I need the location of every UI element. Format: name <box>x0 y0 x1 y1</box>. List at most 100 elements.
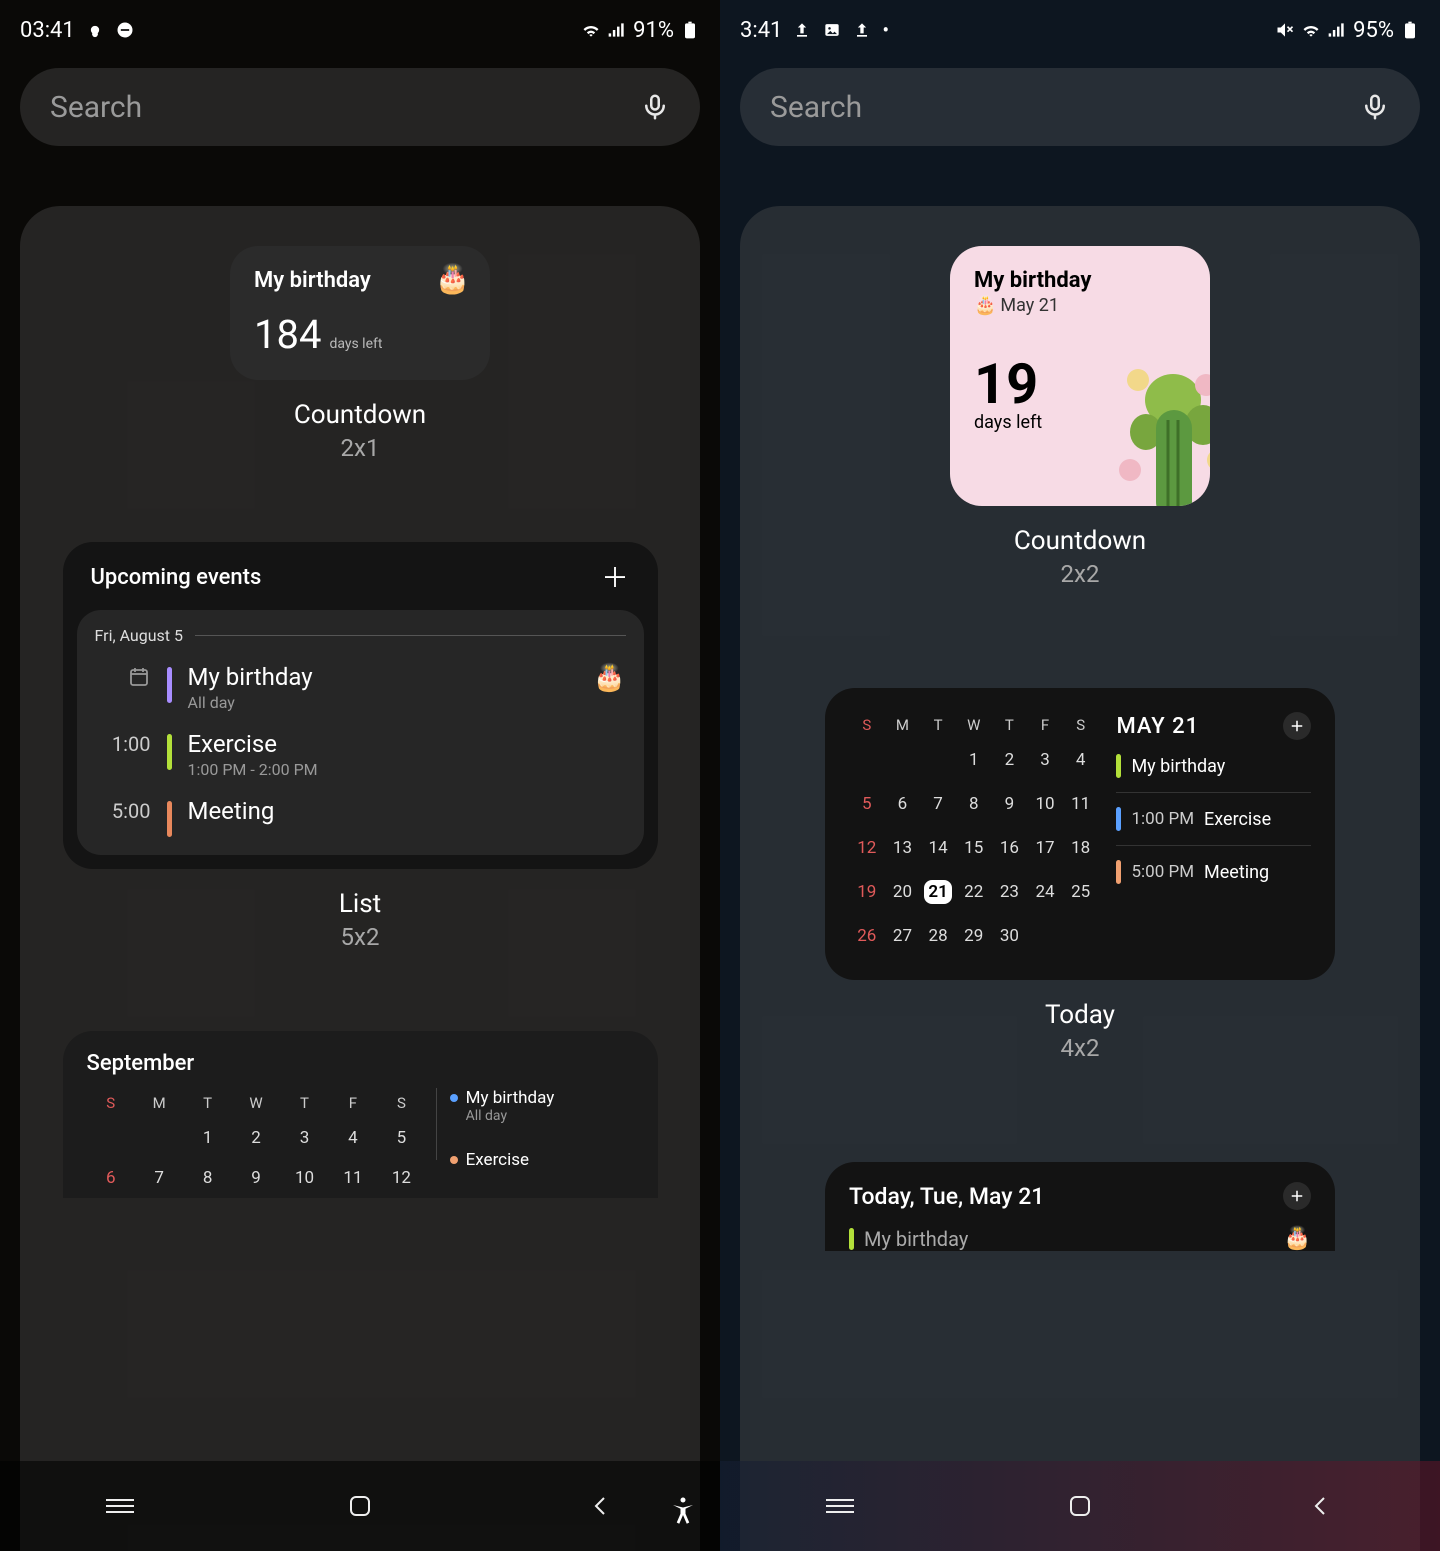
event-sub: All day <box>188 693 578 712</box>
event-label: My birthday <box>864 1227 1274 1251</box>
dow: W <box>232 1088 280 1118</box>
today-event[interactable]: 5:00 PM Meeting <box>1116 846 1311 898</box>
event-dot <box>450 1156 458 1164</box>
search-bar[interactable]: Search <box>20 68 700 146</box>
event-time: 1:00 <box>95 730 151 756</box>
day: 29 <box>956 914 992 958</box>
status-bar: 03:41 91% <box>0 0 720 60</box>
search-placeholder: Search <box>50 90 640 125</box>
signal-icon <box>607 20 627 40</box>
weather-icon <box>85 20 105 40</box>
widget-size: 4x2 <box>1061 1034 1100 1062</box>
todaylist-widget[interactable]: Today, Tue, May 21 My birthday 🎂 <box>825 1162 1335 1251</box>
day: 10 <box>280 1158 328 1198</box>
countdown-title: My birthday <box>974 268 1186 293</box>
day: 10 <box>1027 782 1063 826</box>
day: 23 <box>992 870 1028 914</box>
back-button[interactable] <box>570 1486 630 1526</box>
dow: S <box>1063 712 1099 738</box>
day: 9 <box>232 1158 280 1198</box>
widget-name: Today <box>1045 1000 1115 1030</box>
month-widget[interactable]: September S M T W T F S 1 2 <box>63 1031 658 1198</box>
day: 12 <box>377 1158 425 1198</box>
cake-icon: 🎂 <box>974 295 996 316</box>
day: 3 <box>280 1118 328 1158</box>
battery-text: 91% <box>633 18 674 43</box>
more-icon: • <box>882 18 889 42</box>
battery-icon <box>1400 20 1420 40</box>
back-button[interactable] <box>1290 1486 1350 1526</box>
today-event[interactable]: 1:00 PM Exercise <box>1116 793 1311 846</box>
mic-icon[interactable] <box>640 92 670 122</box>
month-header: September <box>87 1051 634 1076</box>
today-month-label: MAY 21 <box>1116 714 1199 739</box>
list-widget[interactable]: Upcoming events Fri, August 5 <box>63 542 658 869</box>
day: 4 <box>329 1118 377 1158</box>
day: 18 <box>1063 826 1099 870</box>
mute-icon <box>1275 20 1295 40</box>
event-title: Exercise <box>466 1150 529 1170</box>
widget-name: Countdown <box>1014 526 1146 556</box>
widget-panel[interactable]: My birthday 🎂May 21 19 days left Countdo… <box>740 206 1420 1551</box>
calendar-icon <box>127 670 151 694</box>
status-bar: 3:41 • 95% <box>720 0 1440 60</box>
add-event-button[interactable] <box>600 562 630 592</box>
add-event-button[interactable] <box>1283 1182 1311 1210</box>
status-time: 03:41 <box>20 18 75 43</box>
widget-name: Countdown <box>294 400 426 430</box>
today-widget[interactable]: S M T W T F S 1 2 3 4 <box>825 688 1335 980</box>
day: 17 <box>1027 826 1063 870</box>
home-button[interactable] <box>1050 1486 1110 1526</box>
search-placeholder: Search <box>770 90 1360 125</box>
add-event-button[interactable] <box>1283 712 1311 740</box>
day: 16 <box>992 826 1028 870</box>
countdown-widget-2x1[interactable]: My birthday 🎂 184 days left <box>230 246 490 380</box>
day: 26 <box>849 914 885 958</box>
cake-icon: 🎂 <box>435 262 470 295</box>
countdown-widget-2x2[interactable]: My birthday 🎂May 21 19 days left <box>950 246 1210 506</box>
event-time: 5:00 PM <box>1131 862 1194 882</box>
widget-panel[interactable]: My birthday 🎂 184 days left Countdown 2x… <box>20 206 700 1551</box>
day: 11 <box>1063 782 1099 826</box>
todaylist-event[interactable]: My birthday 🎂 <box>849 1226 1311 1251</box>
dnd-icon <box>115 20 135 40</box>
recents-button[interactable] <box>810 1486 870 1526</box>
cactus-illustration <box>1078 340 1210 506</box>
dow: T <box>920 712 956 738</box>
upload-icon <box>792 20 812 40</box>
event-label: Exercise <box>1204 809 1271 830</box>
event-color-bar <box>167 801 172 837</box>
list-item[interactable]: My birthday All day 🎂 <box>95 663 626 712</box>
accessibility-icon[interactable] <box>668 1495 698 1529</box>
battery-text: 95% <box>1353 18 1394 43</box>
event-time: 1:00 PM <box>1131 809 1194 829</box>
search-bar[interactable]: Search <box>740 68 1420 146</box>
dow: T <box>280 1088 328 1118</box>
recents-button[interactable] <box>90 1486 150 1526</box>
day-today: 21 <box>920 870 956 914</box>
list-item[interactable]: 5:00 Meeting <box>95 797 626 837</box>
mic-icon[interactable] <box>1360 92 1390 122</box>
home-button[interactable] <box>330 1486 390 1526</box>
event-sub: 1:00 PM - 2:00 PM <box>188 760 626 779</box>
day: 9 <box>992 782 1028 826</box>
list-header: Upcoming events <box>91 565 262 590</box>
day: 2 <box>232 1118 280 1158</box>
list-item[interactable]: 1:00 Exercise 1:00 PM - 2:00 PM <box>95 730 626 779</box>
day: 20 <box>885 870 921 914</box>
event-label: My birthday <box>1131 756 1225 777</box>
countdown-sub: days left <box>329 336 382 352</box>
day: 1 <box>956 738 992 782</box>
today-event[interactable]: My birthday <box>1116 740 1311 793</box>
day: 5 <box>377 1118 425 1158</box>
day: 19 <box>849 870 885 914</box>
month-event: My birthday All day <box>436 1088 634 1124</box>
event-label: Meeting <box>1204 862 1269 883</box>
dow: M <box>885 712 921 738</box>
countdown-date: 🎂May 21 <box>974 295 1186 316</box>
day: 14 <box>920 826 956 870</box>
dow: T <box>992 712 1028 738</box>
day: 30 <box>992 914 1028 958</box>
day: 6 <box>885 782 921 826</box>
event-color-bar <box>1116 807 1121 831</box>
